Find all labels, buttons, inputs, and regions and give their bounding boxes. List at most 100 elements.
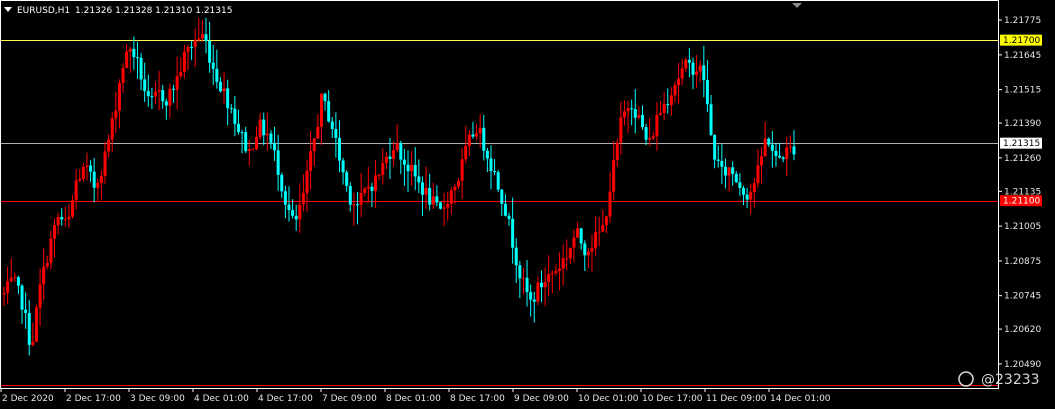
candle-body: [507, 215, 511, 219]
candle-body: [431, 196, 435, 205]
candle-body: [778, 155, 782, 158]
candle-body: [99, 175, 103, 183]
candle-body: [453, 186, 457, 191]
x-tick-label: 3 Dec 09:00: [130, 394, 185, 404]
candle-body: [370, 186, 374, 191]
candle-body: [774, 150, 778, 156]
candle-body: [420, 182, 424, 195]
candle-body: [236, 123, 240, 133]
candle-body: [92, 171, 96, 188]
candle-body: [536, 282, 540, 302]
candle-body: [2, 292, 6, 295]
candle-body: [89, 165, 93, 172]
candle-body: [438, 202, 442, 209]
candle-body: [680, 68, 684, 79]
x-tick-label: 2 Dec 2020: [2, 394, 54, 404]
candle-body: [684, 59, 688, 69]
candle-body: [713, 134, 717, 160]
candle-body: [262, 119, 266, 136]
y-tick-label: 1.20745: [1004, 292, 1041, 302]
candle-body: [586, 251, 590, 256]
candle-body: [615, 142, 619, 160]
candle-body: [619, 117, 623, 143]
candle-body: [738, 182, 742, 188]
candle-body: [666, 104, 670, 106]
candle-body: [208, 40, 212, 63]
candle-body: [128, 48, 132, 52]
candle-body: [334, 128, 338, 138]
candle-body: [532, 299, 536, 302]
x-tick-label: 11 Dec 09:00: [706, 394, 767, 404]
candle-body: [633, 109, 637, 118]
y-tick-label: 1.21390: [1004, 119, 1041, 129]
candle-body: [117, 83, 121, 111]
candle-body: [428, 187, 432, 205]
candle-body: [53, 224, 57, 239]
candle-body: [770, 144, 774, 151]
candle-body: [161, 90, 165, 102]
candle-body: [752, 183, 756, 193]
candle-body: [49, 238, 53, 263]
ohlc-values: 1.21326 1.21328 1.21310 1.21315: [75, 6, 232, 16]
candle-body: [233, 108, 237, 124]
candle-body: [695, 71, 699, 75]
candle-body: [24, 309, 28, 314]
candle-body: [406, 164, 410, 172]
candle-body: [218, 81, 222, 92]
candle-body: [496, 172, 500, 190]
chart-header[interactable]: EURUSD,H1 1.21326 1.21328 1.21310 1.2131…: [4, 6, 232, 16]
x-tick-label: 7 Dec 09:00: [322, 394, 377, 404]
candle-body: [691, 62, 695, 75]
candle-body: [720, 160, 724, 167]
candle-body: [756, 165, 760, 184]
candle-body: [503, 203, 507, 216]
candle-body: [485, 150, 489, 159]
candle-body: [280, 174, 284, 192]
candle-body: [543, 281, 547, 288]
candle-body: [81, 167, 85, 179]
candle-body: [669, 95, 673, 106]
candle-body: [749, 192, 753, 200]
candle-body: [734, 173, 738, 183]
candle-body: [215, 68, 219, 82]
candle-body: [424, 187, 428, 195]
candle-body: [702, 65, 706, 81]
y-tick-label: 1.21775: [1004, 16, 1041, 26]
candle-body: [283, 191, 287, 205]
candle-body: [792, 146, 796, 155]
candle-body: [200, 34, 204, 39]
candle-body: [677, 78, 681, 86]
candle-body: [521, 277, 525, 279]
candle-body: [767, 138, 771, 145]
x-tick-label: 4 Dec 01:00: [194, 394, 249, 404]
x-tick-label: 4 Dec 17:00: [258, 394, 313, 404]
candle-body: [71, 199, 75, 217]
candle-body: [226, 88, 230, 108]
candle-body: [247, 149, 251, 152]
candle-body: [319, 93, 323, 127]
candle-body: [323, 93, 327, 102]
candle-body: [457, 180, 461, 187]
price-tag-label: 1.21315: [1003, 139, 1040, 149]
candle-body: [374, 175, 378, 191]
candle-body: [558, 268, 562, 271]
candle-body: [723, 166, 727, 176]
candle-body: [164, 101, 168, 106]
candle-body: [345, 172, 349, 186]
candle-body: [644, 127, 648, 140]
candle-body: [121, 67, 125, 84]
candle-body: [539, 282, 543, 288]
candle-body: [568, 247, 572, 259]
candle-body: [110, 118, 114, 140]
price-tag-label: 1.21700: [1003, 36, 1040, 46]
candle-body: [464, 145, 468, 160]
candle-body: [475, 133, 479, 137]
candle-body: [518, 265, 522, 279]
candle-body: [698, 65, 702, 72]
candle-body: [785, 147, 789, 159]
candle-body: [6, 281, 10, 293]
candle-body: [395, 143, 399, 151]
candle-body: [781, 157, 785, 159]
candle-body: [384, 156, 388, 164]
candle-body: [135, 57, 139, 59]
